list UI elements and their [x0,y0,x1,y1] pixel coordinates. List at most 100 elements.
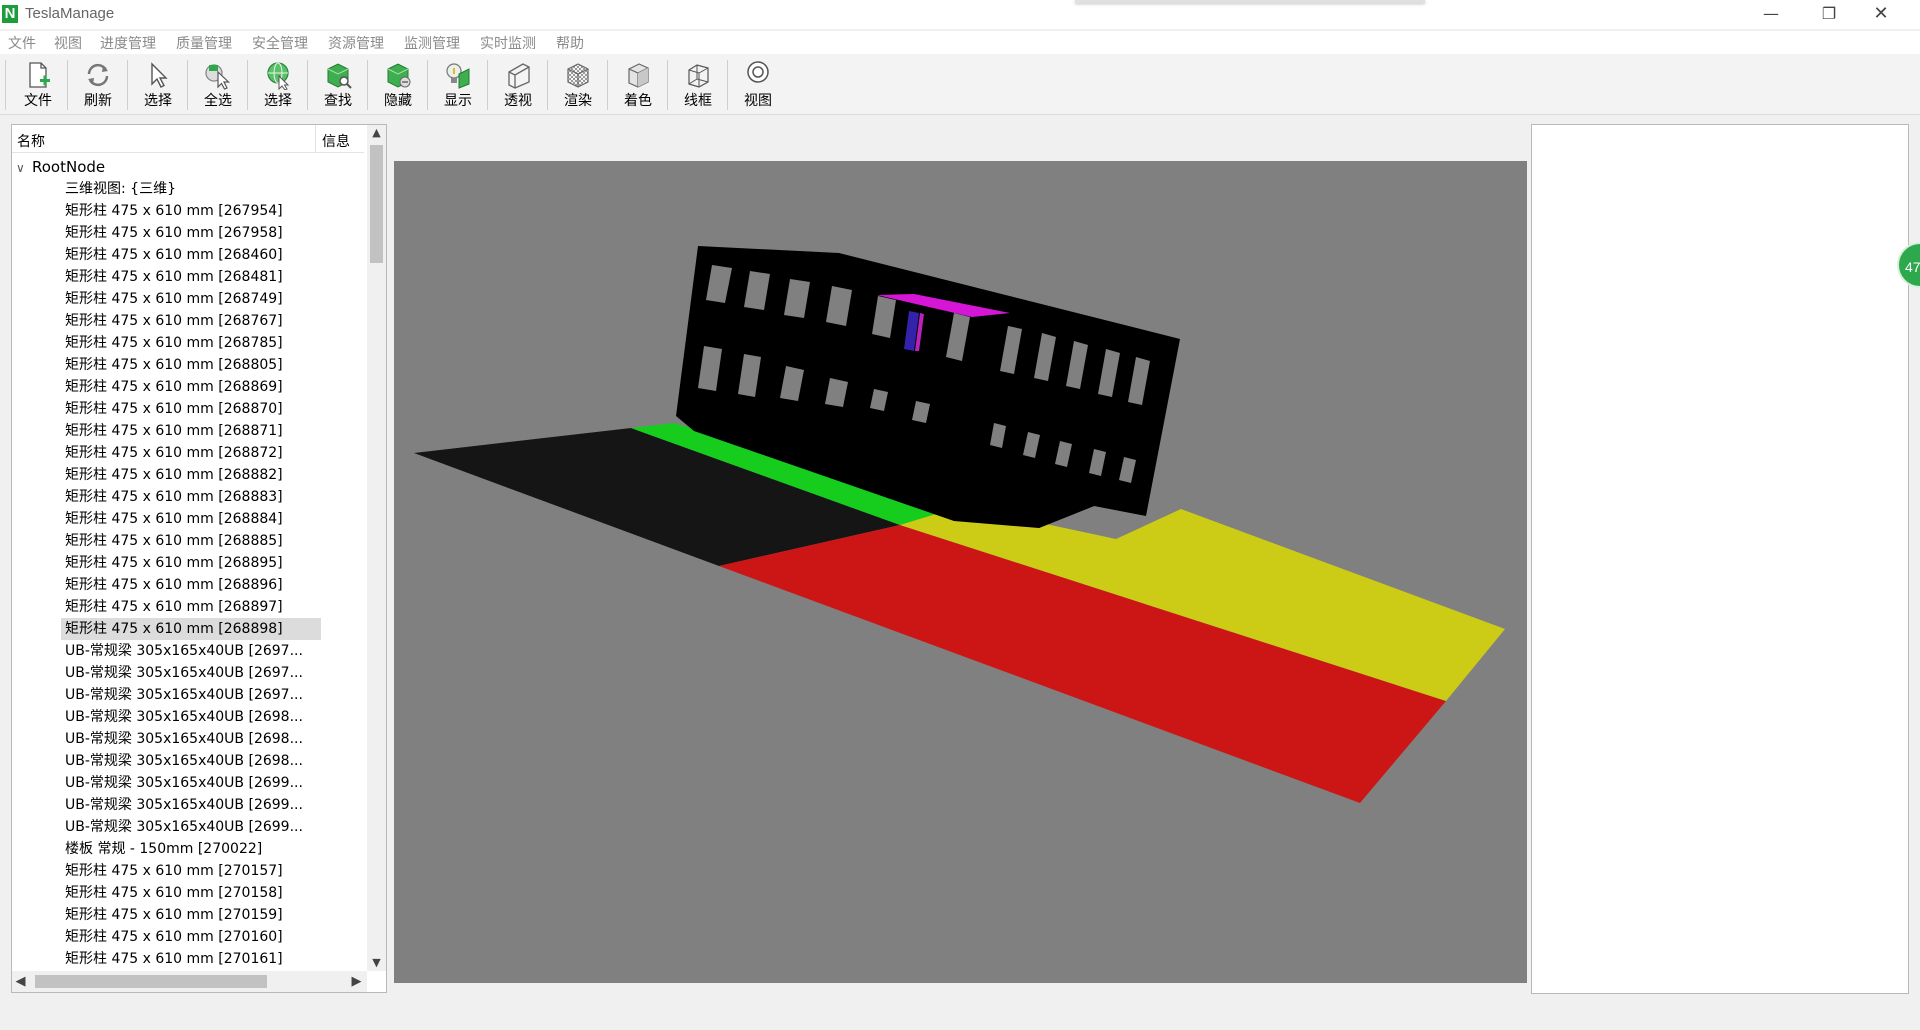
tree-body: ∨ RootNode 三维视图: {三维} 矩形柱 475 x 610 mm [26… [12,153,364,971]
tree-item[interactable]: 矩形柱 475 x 610 mm [268872] [61,442,321,464]
toolbar-select-all-button[interactable]: 全选 [193,58,243,112]
tree-item[interactable]: 三维视图: {三维} [61,178,321,200]
tree-item[interactable]: 矩形柱 475 x 610 mm [268481] [61,266,321,288]
tree-item[interactable]: 矩形柱 475 x 610 mm [268885] [61,530,321,552]
shade-icon [628,63,649,88]
tree-item[interactable]: 楼板 常规 - 150mm [270022] [61,838,321,860]
menu-resource[interactable]: 资源管理 [328,33,384,53]
toolbar-view-button[interactable]: 视图 [733,58,783,112]
restore-button[interactable]: ❐ [1806,0,1852,29]
toolbar-show-label: 显示 [444,93,472,109]
scroll-down-icon[interactable]: ▼ [367,955,386,971]
tree-item[interactable]: 矩形柱 475 x 610 mm [268460] [61,244,321,266]
tree-item[interactable]: 矩形柱 475 x 610 mm [270159] [61,904,321,926]
tree-item[interactable]: 矩形柱 475 x 610 mm [268869] [61,376,321,398]
tree-item[interactable]: 矩形柱 475 x 610 mm [268805] [61,354,321,376]
tree-item[interactable]: 矩形柱 475 x 610 mm [268895] [61,552,321,574]
tree-item[interactable]: UB-常规梁 305x165x40UB [2698... [61,728,321,750]
minimize-button[interactable]: — [1748,0,1794,29]
toolbar-separator [667,60,668,110]
toolbar-render-label: 渲染 [564,93,592,109]
toolbar-shade-button[interactable]: 着色 [613,58,663,112]
menu-view[interactable]: 视图 [54,33,82,53]
tree-item[interactable]: UB-常规梁 305x165x40UB [2698... [61,706,321,728]
tree-item[interactable]: 矩形柱 475 x 610 mm [268882] [61,464,321,486]
tree-item[interactable]: 矩形柱 475 x 610 mm [270158] [61,882,321,904]
menu-realtime[interactable]: 实时监测 [480,33,536,53]
vertical-scroll-thumb[interactable] [370,145,383,263]
tree-item[interactable]: UB-常规梁 305x165x40UB [2697... [61,662,321,684]
tree-item[interactable]: 矩形柱 475 x 610 mm [268871] [61,420,321,442]
tree-item-list: 三维视图: {三维} 矩形柱 475 x 610 mm [267954] 矩形柱 4… [61,178,321,970]
toolbar-refresh-label: 刷新 [84,93,112,109]
find-icon [327,63,352,89]
toolbar-separator [427,60,428,110]
tree-vertical-scrollbar[interactable]: ▲ ▼ [367,125,386,971]
3d-scene[interactable] [394,161,1527,983]
tree-item[interactable]: UB-常规梁 305x165x40UB [2699... [61,772,321,794]
chevron-down-icon[interactable]: ∨ [16,158,32,178]
tree-item[interactable]: UB-常规梁 305x165x40UB [2697... [61,684,321,706]
tree-item[interactable]: 矩形柱 475 x 610 mm [270157] [61,860,321,882]
tree-root-node[interactable]: ∨ RootNode [16,157,105,177]
horizontal-scroll-thumb[interactable] [35,975,267,988]
tree-item[interactable]: 矩形柱 475 x 610 mm [268883] [61,486,321,508]
toolbar-show-button[interactable]: 显示 [433,58,483,112]
render-icon [567,63,589,88]
toolbar-perspective-button[interactable]: 透视 [493,58,543,112]
tree-item[interactable]: 矩形柱 475 x 610 mm [268884] [61,508,321,530]
toolbar-perspective-label: 透视 [504,93,532,109]
toolbar-render-button[interactable]: 渲染 [553,58,603,112]
toolbar-select-label: 选择 [144,93,172,109]
menu-progress[interactable]: 进度管理 [100,33,156,53]
title-overlay-strip [1075,0,1425,3]
toolbar-separator [5,60,6,110]
select-globe-icon [267,62,290,90]
scroll-left-icon[interactable]: ◀ [12,971,29,992]
3d-viewport[interactable] [394,161,1527,983]
toolbar-wireframe-button[interactable]: 线框 [673,58,723,112]
menu-file[interactable]: 文件 [8,33,36,53]
toolbar-find-button[interactable]: 查找 [313,58,363,112]
tree-horizontal-scrollbar[interactable]: ◀ ▶ [12,971,367,992]
tree-item[interactable]: 矩形柱 475 x 610 mm [268898] [61,618,321,640]
column-divider[interactable] [315,125,316,152]
tree-item[interactable]: UB-常规梁 305x165x40UB [2697... [61,640,321,662]
tree-item[interactable]: 矩形柱 475 x 610 mm [270161] [61,948,321,970]
toolbar-separator [607,60,608,110]
tree-item[interactable]: UB-常规梁 305x165x40UB [2698... [61,750,321,772]
toolbar-file-button[interactable]: 文件 [13,58,63,112]
toolbar-refresh-button[interactable]: 刷新 [73,58,123,112]
tree-item[interactable]: 矩形柱 475 x 610 mm [267954] [61,200,321,222]
toolbar-separator [487,60,488,110]
menu-help[interactable]: 帮助 [556,33,584,53]
tree-item[interactable]: 矩形柱 475 x 610 mm [270160] [61,926,321,948]
app-logo-icon: N [2,5,18,23]
close-button[interactable]: ✕ [1858,0,1904,29]
tree-item[interactable]: 矩形柱 475 x 610 mm [268870] [61,398,321,420]
tree-item[interactable]: 矩形柱 475 x 610 mm [268896] [61,574,321,596]
menu-safety[interactable]: 安全管理 [252,33,308,53]
scroll-right-icon[interactable]: ▶ [348,971,365,992]
hide-icon [387,63,411,88]
menu-quality[interactable]: 质量管理 [176,33,232,53]
toolbar-select2-button[interactable]: 选择 [253,58,303,112]
tree-item[interactable]: 矩形柱 475 x 610 mm [268767] [61,310,321,332]
toolbar-separator [307,60,308,110]
menu-bar: 文件 视图 进度管理 质量管理 安全管理 资源管理 监测管理 实时监测 帮助 [0,31,1920,54]
toolbar-hide-button[interactable]: 隐藏 [373,58,423,112]
menu-monitor[interactable]: 监测管理 [404,33,460,53]
tree-item[interactable]: 矩形柱 475 x 610 mm [268897] [61,596,321,618]
tree-item[interactable]: 矩形柱 475 x 610 mm [268785] [61,332,321,354]
tree-item[interactable]: 矩形柱 475 x 610 mm [267958] [61,222,321,244]
toolbar-separator [187,60,188,110]
scroll-up-icon[interactable]: ▲ [367,125,386,141]
column-header-info[interactable]: 信息 [322,131,350,151]
toolbar-find-label: 查找 [324,93,352,109]
toolbar-select-button[interactable]: 选择 [133,58,183,112]
tree-item[interactable]: UB-常规梁 305x165x40UB [2699... [61,794,321,816]
tree-item[interactable]: UB-常规梁 305x165x40UB [2699... [61,816,321,838]
column-header-name[interactable]: 名称 [17,131,45,151]
toolbar-file-label: 文件 [24,93,52,109]
tree-item[interactable]: 矩形柱 475 x 610 mm [268749] [61,288,321,310]
